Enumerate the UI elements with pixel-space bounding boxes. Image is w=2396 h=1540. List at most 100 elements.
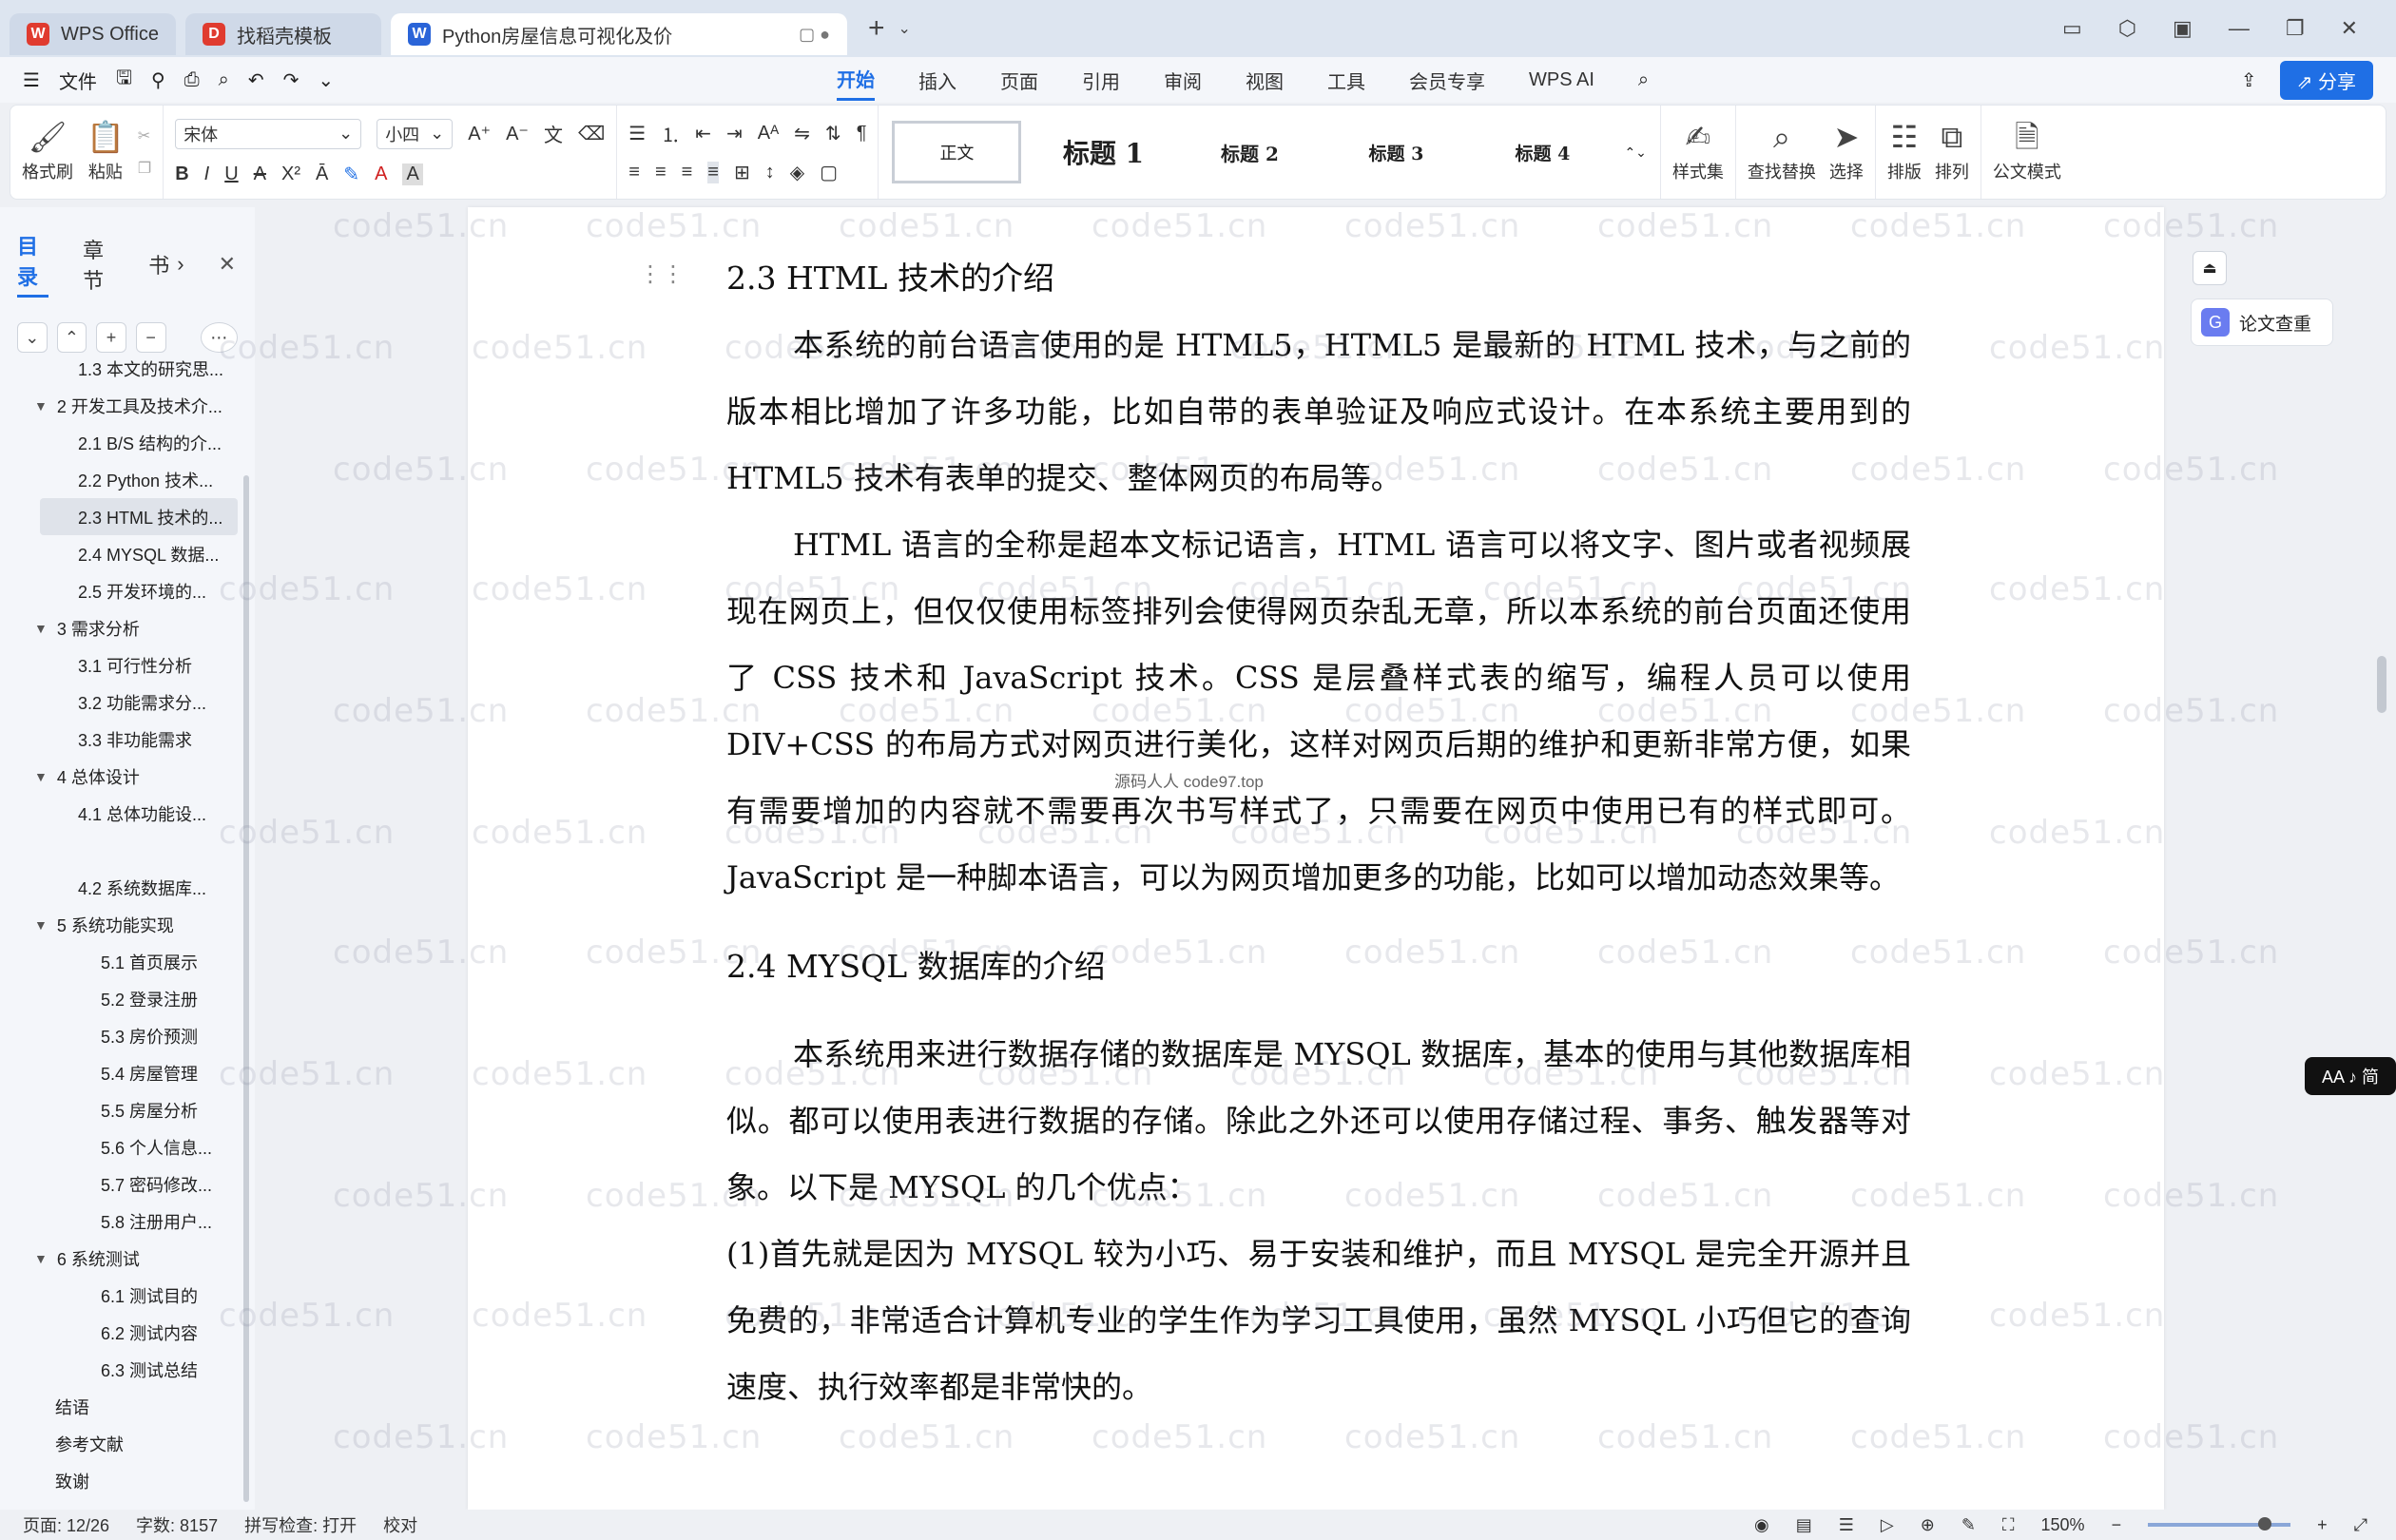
caret-down-icon[interactable]: ▼ bbox=[34, 769, 48, 784]
toc-item[interactable]: 3.3 非功能需求 bbox=[0, 721, 255, 758]
style-set-button[interactable]: ✍ 样式集 bbox=[1672, 121, 1724, 183]
close-icon[interactable]: ✕ bbox=[2341, 16, 2358, 41]
add-icon[interactable]: + bbox=[96, 322, 126, 353]
tab-bookmarks[interactable]: 书 bbox=[148, 249, 169, 279]
new-tab-button[interactable]: + bbox=[868, 12, 885, 45]
toc-item[interactable]: 1.3 本文的研究思... bbox=[0, 350, 255, 387]
font-size-select[interactable]: 小四 ⌄ bbox=[377, 118, 454, 149]
clear-format-icon[interactable]: ⌫ bbox=[578, 122, 605, 145]
tab-close-icon[interactable]: ▢ ● bbox=[799, 25, 830, 45]
toc-item[interactable]: 5.2 登录注册 bbox=[0, 980, 255, 1017]
web-view-icon[interactable]: ⊕ bbox=[1921, 1515, 1935, 1535]
zoom-level[interactable]: 150% bbox=[2041, 1515, 2085, 1535]
tab-wps-office[interactable]: W WPS Office bbox=[10, 13, 176, 55]
tab-home[interactable]: 开始 bbox=[837, 59, 875, 101]
toc-item[interactable]: ▼ 4 总体设计 bbox=[0, 758, 255, 795]
tab-tools[interactable]: 工具 bbox=[1327, 61, 1365, 100]
char-shading-icon[interactable]: A bbox=[402, 163, 423, 185]
pen-icon[interactable]: ✎ bbox=[1961, 1515, 1976, 1535]
collapse-up-icon[interactable]: ⌃ bbox=[56, 322, 87, 353]
caret-down-icon[interactable]: ▼ bbox=[34, 1251, 48, 1266]
copy-icon[interactable]: ❐ bbox=[138, 159, 151, 178]
document-page[interactable]: ⋮⋮ 2.3 HTML 技术的介绍 本系统的前台语言使用的是 HTML5，HTM… bbox=[468, 207, 2164, 1510]
caret-down-icon[interactable]: ▼ bbox=[34, 621, 48, 636]
page-view-icon[interactable]: ▤ bbox=[1796, 1515, 1812, 1535]
style-body[interactable]: 正文 bbox=[892, 121, 1022, 183]
toc-item[interactable]: 结语 bbox=[0, 1388, 255, 1425]
toc-item[interactable]: 参考文献 bbox=[0, 1425, 255, 1462]
close-icon[interactable]: ✕ bbox=[219, 252, 236, 277]
arrange-button[interactable]: ⧉ 排列 bbox=[1935, 121, 1969, 183]
toc-item[interactable]: 6.1 测试目的 bbox=[0, 1277, 255, 1314]
toc-item[interactable]: 5.4 房屋管理 bbox=[0, 1054, 255, 1091]
underline-icon[interactable]: U bbox=[224, 164, 238, 185]
distribute-icon[interactable]: ⊞ bbox=[734, 161, 750, 184]
official-mode-button[interactable]: 🗎 公文模式 bbox=[1993, 121, 2061, 183]
superscript-icon[interactable]: X² bbox=[281, 164, 300, 185]
tab-review[interactable]: 审阅 bbox=[1164, 61, 1202, 100]
decrease-indent-icon[interactable]: ⇤ bbox=[695, 122, 711, 145]
align-right-icon[interactable]: ≡ bbox=[682, 162, 693, 183]
more-icon[interactable]: ⌄ bbox=[318, 68, 334, 92]
shading-icon[interactable]: ◈ bbox=[790, 161, 804, 184]
toc-item[interactable]: 4.2 系统数据库... bbox=[0, 869, 255, 906]
toc-item[interactable]: 5.1 首页展示 bbox=[0, 943, 255, 980]
zoom-slider-knob[interactable] bbox=[2258, 1517, 2272, 1530]
spell-check[interactable]: 拼写检查: 打开 bbox=[244, 1512, 357, 1537]
drag-handle-icon[interactable]: ⋮⋮ bbox=[639, 260, 685, 288]
tab-list-icon[interactable]: ⌄ bbox=[898, 19, 911, 38]
tab-document[interactable]: W Python房屋信息可视化及价 ▢ ● bbox=[391, 13, 847, 55]
print-preview-icon[interactable]: ⌕ bbox=[219, 69, 229, 91]
toc-scrollbar[interactable] bbox=[243, 475, 249, 1502]
sort-icon[interactable]: ⇅ bbox=[825, 122, 841, 145]
text-direction-icon[interactable]: Aᴬ bbox=[758, 123, 779, 144]
tablet-mode-icon[interactable]: ▭ bbox=[2062, 16, 2082, 41]
redo-icon[interactable]: ↷ bbox=[283, 68, 300, 92]
toc-item[interactable]: ▼ 6 系统测试 bbox=[0, 1240, 255, 1277]
style-heading-1[interactable]: 标题 1 bbox=[1038, 121, 1168, 183]
toc-item[interactable]: 致谢 bbox=[0, 1462, 255, 1499]
show-marks-icon[interactable]: ¶ bbox=[857, 123, 867, 144]
minimize-icon[interactable]: — bbox=[2229, 16, 2250, 41]
share-button[interactable]: ⇗ 分享 bbox=[2279, 60, 2373, 100]
increase-indent-icon[interactable]: ⇥ bbox=[726, 122, 743, 145]
tab-member[interactable]: 会员专享 bbox=[1409, 61, 1485, 100]
toc-item[interactable]: 6.3 测试总结 bbox=[0, 1351, 255, 1388]
justify-icon[interactable]: ≡ bbox=[707, 162, 719, 183]
word-count[interactable]: 字数: 8157 bbox=[136, 1512, 218, 1537]
document-scrollbar[interactable] bbox=[2377, 656, 2386, 713]
italic-icon[interactable]: I bbox=[204, 164, 210, 185]
tab-chapters[interactable]: 章节 bbox=[83, 234, 114, 295]
style-heading-3[interactable]: 标题 3 bbox=[1331, 121, 1460, 183]
toc-item[interactable]: 2.3 HTML 技术的... bbox=[40, 498, 238, 535]
styles-scroll-icon[interactable]: ⌃⌄ bbox=[1624, 144, 1646, 161]
borders-icon[interactable]: ▢ bbox=[820, 161, 838, 184]
toc-item[interactable] bbox=[0, 832, 255, 869]
plagiarism-check-button[interactable]: G 论文查重 bbox=[2191, 298, 2333, 346]
fit-icon[interactable]: ⛶ bbox=[2002, 1515, 2015, 1535]
toc-item[interactable]: 2.2 Python 技术... bbox=[0, 461, 255, 498]
format-painter-button[interactable]: 🖌 格式刷 bbox=[22, 121, 73, 183]
outline-view-icon[interactable]: ☰ bbox=[1839, 1515, 1854, 1535]
caret-down-icon[interactable]: ▼ bbox=[34, 917, 48, 933]
toc-item[interactable]: 5.8 注册用户... bbox=[0, 1203, 255, 1240]
zoom-slider[interactable] bbox=[2148, 1517, 2291, 1530]
style-heading-4[interactable]: 标题 4 bbox=[1478, 121, 1607, 183]
restore-icon[interactable]: ❐ bbox=[2286, 16, 2305, 41]
play-icon[interactable]: ▷ bbox=[1881, 1515, 1894, 1535]
toc-item[interactable]: 5.7 密码修改... bbox=[0, 1165, 255, 1203]
tab-wps-ai[interactable]: WPS AI bbox=[1529, 64, 1594, 97]
style-heading-2[interactable]: 标题 2 bbox=[1185, 121, 1314, 183]
proofread[interactable]: 校对 bbox=[383, 1512, 417, 1537]
toc-item[interactable]: 4.1 总体功能设... bbox=[0, 795, 255, 832]
tab-insert[interactable]: 插入 bbox=[918, 61, 956, 100]
toc-item[interactable]: 3.2 功能需求分... bbox=[0, 683, 255, 721]
grow-font-icon[interactable]: A⁺ bbox=[468, 122, 491, 145]
line-spacing-icon[interactable]: ↕ bbox=[765, 162, 775, 183]
font-convert-button[interactable]: AA ♪ 简 bbox=[2305, 1057, 2396, 1095]
tab-page[interactable]: 页面 bbox=[1000, 61, 1038, 100]
bullets-icon[interactable]: ☰ bbox=[628, 122, 646, 145]
tab-references[interactable]: 引用 bbox=[1082, 61, 1120, 100]
tab-view[interactable]: 视图 bbox=[1246, 61, 1284, 100]
search-icon[interactable]: ⌕ bbox=[1638, 69, 1649, 91]
